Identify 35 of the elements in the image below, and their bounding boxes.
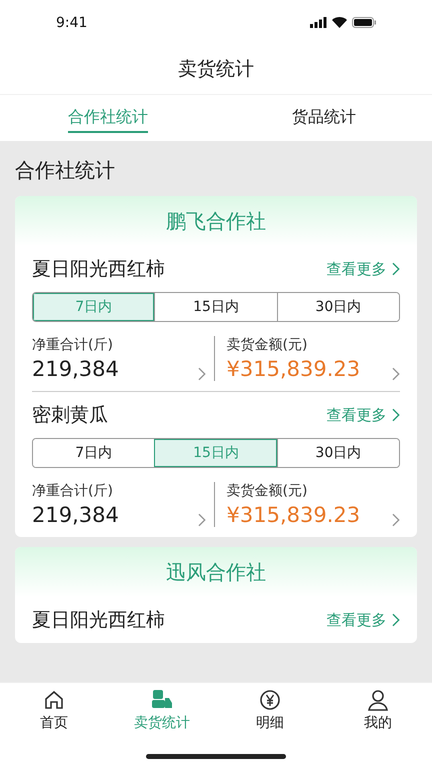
chevron-icon [392,613,400,627]
chevron-icon [392,262,400,276]
period-option[interactable]: 30日内 [276,293,399,321]
signal-icon [310,17,327,28]
chevron-icon [392,513,400,527]
amount-value: ¥315,839.23 [226,357,360,381]
stat-label: 卖货金额(元) [226,482,308,500]
chevron-icon [198,513,206,527]
yuan-coin-icon [259,689,281,711]
amount-value: ¥315,839.23 [226,503,360,527]
stat-label: 净重合计(斤) [32,336,114,354]
product-name: 密刺黄瓜 [32,403,108,428]
section-title: 合作社统计 [15,157,116,184]
weight-value: 219,384 [32,357,119,381]
period-option[interactable]: 30日内 [276,439,399,467]
product-name: 夏日阳光西红柿 [32,257,165,282]
product-name: 夏日阳光西红柿 [32,608,165,633]
tab-bar-item[interactable]: 首页 [0,689,108,732]
user-icon [367,689,389,711]
stat-label: 卖货金额(元) [226,336,308,354]
home-icon [43,689,65,711]
stat-label: 净重合计(斤) [32,482,114,500]
battery-icon [352,17,376,28]
tab[interactable]: 货品统计 [216,95,432,141]
page-title: 卖货统计 [178,57,254,82]
wifi-icon [332,17,347,28]
cooperative-name: 鹏飞合作社 [166,208,266,234]
weight-value: 219,384 [32,503,119,527]
chevron-icon [198,367,206,381]
chevron-icon [392,367,400,381]
tab-bar-item[interactable]: 明细 [216,689,324,732]
chevron-icon [392,408,400,422]
cooperative-name: 迅风合作社 [166,558,266,586]
status-time: 9:41 [56,14,88,30]
tab-bar-item[interactable]: 我的 [324,689,432,732]
